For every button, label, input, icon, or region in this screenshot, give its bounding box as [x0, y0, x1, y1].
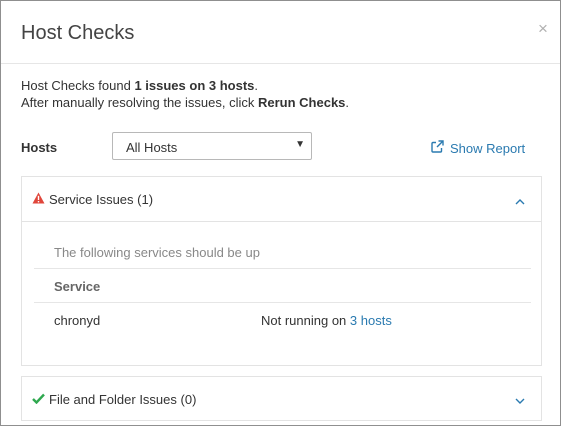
- summary-line-1: Host Checks found 1 issues on 3 hosts.: [21, 77, 349, 94]
- summary-line-1-suffix: .: [254, 78, 259, 93]
- header-divider: [1, 63, 560, 64]
- summary-line-1-prefix: Host Checks found: [21, 78, 135, 93]
- host-checks-dialog: Host Checks × Host Checks found 1 issues…: [0, 0, 561, 426]
- summary-line-2: After manually resolving the issues, cli…: [21, 94, 349, 111]
- external-link-icon: [431, 140, 444, 156]
- show-report-link[interactable]: Show Report: [431, 140, 525, 156]
- file-folder-issues-title: File and Folder Issues (0): [49, 392, 197, 407]
- show-report-label: Show Report: [450, 140, 526, 156]
- table-divider-top: [34, 268, 531, 269]
- checkmark-icon: [32, 392, 45, 407]
- file-folder-issues-header[interactable]: File and Folder Issues (0): [22, 377, 541, 422]
- summary-issue-count: 1 issues on 3 hosts: [134, 78, 255, 93]
- hosts-select[interactable]: All Hosts ▼: [112, 132, 312, 160]
- service-status: Not running on 3 hosts: [261, 313, 392, 328]
- dialog-title: Host Checks: [21, 22, 135, 44]
- dropdown-arrow-icon: ▼: [295, 139, 305, 150]
- service-name: chronyd: [54, 313, 101, 328]
- table-divider-header: [34, 302, 531, 303]
- hosts-label: Hosts: [21, 140, 58, 155]
- hosts-select-value: All Hosts: [126, 140, 178, 155]
- service-status-text: Not running on: [261, 313, 350, 328]
- summary-line-2-suffix: .: [345, 95, 350, 110]
- summary-text: Host Checks found 1 issues on 3 hosts. A…: [21, 77, 349, 111]
- warning-icon: [32, 192, 45, 207]
- service-issues-panel: Service Issues (1): [21, 176, 542, 366]
- hosts-link[interactable]: 3 hosts: [350, 313, 392, 328]
- close-icon[interactable]: ×: [538, 20, 548, 37]
- service-issues-header[interactable]: Service Issues (1): [22, 177, 541, 222]
- summary-line-2-prefix: After manually resolving the issues, cli…: [21, 95, 258, 110]
- chevron-down-icon[interactable]: [515, 393, 525, 408]
- service-issues-intro: The following services should be up: [54, 245, 260, 260]
- service-column-header: Service: [54, 279, 101, 294]
- service-issues-title: Service Issues (1): [49, 191, 154, 207]
- rerun-checks-hint: Rerun Checks: [257, 95, 346, 110]
- file-folder-issues-panel: File and Folder Issues (0): [21, 376, 542, 421]
- chevron-up-icon[interactable]: [515, 193, 525, 208]
